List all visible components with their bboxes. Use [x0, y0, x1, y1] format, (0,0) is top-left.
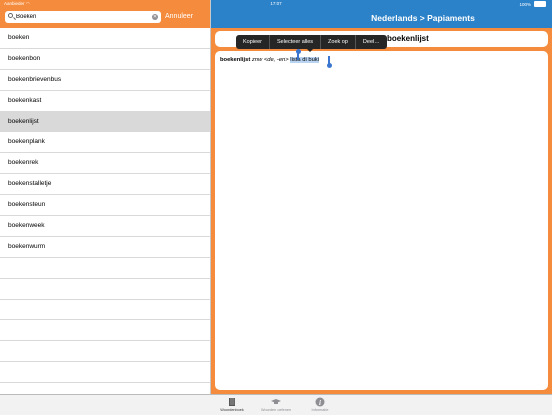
- status-bar: Aanbieder ◠ 17:07 100%: [0, 0, 552, 8]
- search-input[interactable]: [16, 11, 146, 23]
- cancel-button[interactable]: Annuleer: [165, 13, 193, 20]
- battery-icon: [534, 1, 546, 7]
- list-item[interactable]: boekenbon: [0, 49, 210, 70]
- entry-grammar: znw: [251, 57, 263, 63]
- select-all-menu-item[interactable]: Selecteer alles: [270, 35, 322, 49]
- edit-menu-arrow: [307, 49, 313, 52]
- empty-row: [0, 300, 210, 321]
- list-item[interactable]: boeken: [0, 28, 210, 49]
- list-item[interactable]: boekenbrievenbus: [0, 70, 210, 91]
- list-item[interactable]: boekenwurm: [0, 237, 210, 258]
- empty-row: [0, 258, 210, 279]
- result-list: boeken boekenbon boekenbrievenbus boeken…: [0, 28, 210, 384]
- clear-icon[interactable]: ✕: [152, 14, 158, 20]
- word-title: boekenlijst: [387, 34, 429, 43]
- svg-text:i: i: [319, 399, 321, 407]
- list-item[interactable]: boekenstalletje: [0, 174, 210, 196]
- entry-translation-selected[interactable]: lista di buki: [290, 57, 319, 63]
- share-menu-item[interactable]: Deel…: [356, 35, 387, 49]
- dictionary-entry[interactable]: boekenlijst znw <de, -en> lista di buki: [220, 57, 319, 63]
- list-item[interactable]: boekenweek: [0, 216, 210, 237]
- edit-menu: Kopieer Selecteer alles Zoek op Deel…: [236, 35, 387, 49]
- selection-end-handle[interactable]: [326, 56, 332, 68]
- entry-headword: boekenlijst: [220, 57, 251, 63]
- tab-bar: Woordenboek Woorden oefenen i Informatie: [0, 394, 552, 415]
- entry-forms: <de, -en>: [263, 57, 289, 63]
- look-up-menu-item[interactable]: Zoek op: [321, 35, 356, 49]
- empty-row: [0, 362, 210, 384]
- list-item-selected[interactable]: boekenlijst: [0, 111, 210, 133]
- battery-status: 100%: [519, 1, 546, 7]
- battery-percent: 100%: [519, 1, 531, 7]
- list-item[interactable]: boekenkast: [0, 91, 210, 112]
- tab-label: Informatie: [311, 408, 329, 412]
- list-item[interactable]: boekenrek: [0, 153, 210, 175]
- selection-start-handle[interactable]: [295, 49, 301, 60]
- list-item[interactable]: boekenplank: [0, 132, 210, 154]
- graduation-cap-icon: [271, 399, 281, 404]
- empty-row: [0, 279, 210, 300]
- empty-row: [0, 341, 210, 363]
- entry-content[interactable]: boekenlijst znw <de, -en> lista di buki: [215, 49, 548, 390]
- list-item[interactable]: boekensteun: [0, 195, 210, 217]
- empty-row: [0, 320, 210, 342]
- copy-menu-item[interactable]: Kopieer: [236, 35, 270, 49]
- nav-title: Nederlands > Papiaments: [371, 13, 475, 23]
- tab-information[interactable]: i Informatie: [290, 395, 350, 415]
- search-icon: [8, 13, 13, 18]
- left-panel: ✕ Annuleer boeken boekenbon boekenbrieve…: [0, 0, 210, 394]
- search-bar[interactable]: ✕: [5, 11, 161, 23]
- info-icon: i: [315, 397, 325, 407]
- status-time: 17:07: [270, 1, 282, 6]
- book-icon: [229, 398, 235, 406]
- right-panel: Nederlands > Papiaments boekenlijst boek…: [211, 0, 552, 394]
